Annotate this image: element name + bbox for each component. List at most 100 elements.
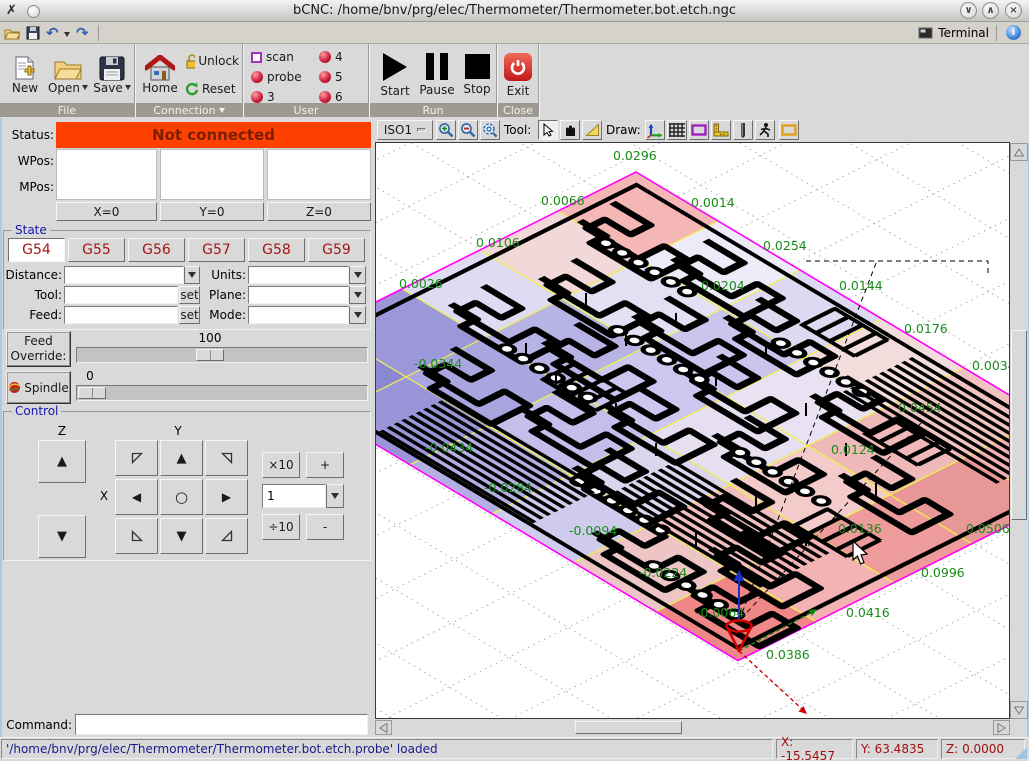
unlock-button[interactable]: Unlock bbox=[184, 49, 240, 73]
units-dropdown[interactable] bbox=[349, 266, 366, 284]
units-combobox[interactable] bbox=[248, 266, 349, 284]
tool-select-button[interactable] bbox=[538, 120, 558, 140]
jog-x-minus-button[interactable]: ◀ bbox=[115, 479, 158, 515]
draw-workarea-button[interactable] bbox=[779, 120, 799, 140]
scroll-right-arrow[interactable] bbox=[993, 720, 1010, 735]
mode-combobox[interactable] bbox=[248, 306, 349, 324]
tool-entry[interactable] bbox=[64, 286, 178, 304]
open-button[interactable]: Open bbox=[46, 47, 90, 103]
jog-xy-upleft-button[interactable] bbox=[115, 440, 158, 476]
distance-dropdown[interactable] bbox=[184, 266, 200, 284]
wcs-g59-button[interactable]: G59 bbox=[308, 238, 365, 262]
draw-grid-button[interactable] bbox=[667, 120, 687, 140]
step-minus-button[interactable]: - bbox=[306, 514, 344, 540]
jog-x-plus-button[interactable]: ▶ bbox=[205, 479, 248, 515]
tool-set-button[interactable]: set bbox=[179, 286, 200, 304]
jog-origin-button[interactable]: ○ bbox=[160, 479, 203, 515]
step-plus-button[interactable]: + bbox=[306, 452, 344, 478]
spindle-handle[interactable] bbox=[78, 387, 106, 399]
jog-z-down-button[interactable]: ▼ bbox=[38, 515, 86, 558]
start-button[interactable]: Start bbox=[376, 47, 414, 103]
wcs-g54-button[interactable]: G54 bbox=[8, 238, 65, 262]
wcs-g58-button[interactable]: G58 bbox=[248, 238, 305, 262]
wcs-g55-button[interactable]: G55 bbox=[68, 238, 125, 262]
jog-y-up-button[interactable]: ▲ bbox=[160, 440, 203, 476]
x-position-display[interactable] bbox=[56, 149, 157, 200]
step-dropdown[interactable] bbox=[326, 484, 344, 508]
mode-dropdown[interactable] bbox=[349, 306, 366, 324]
home-button[interactable]: Home bbox=[139, 47, 181, 103]
canvas-hscrollbar[interactable] bbox=[375, 720, 1010, 735]
redo-icon[interactable]: ↷ bbox=[76, 24, 89, 42]
save-icon[interactable] bbox=[25, 25, 41, 41]
jog-xy-downleft-button[interactable] bbox=[115, 518, 158, 554]
pause-button[interactable]: Pause bbox=[416, 47, 458, 103]
zoom-fit-button[interactable] bbox=[480, 120, 500, 140]
scroll-up-arrow[interactable] bbox=[1010, 143, 1028, 161]
canvas-vscrollbar[interactable] bbox=[1010, 143, 1028, 719]
feed-override-slider[interactable] bbox=[76, 347, 368, 363]
draw-probe-button[interactable] bbox=[733, 120, 753, 140]
spindle-button[interactable]: Spindle bbox=[6, 371, 71, 404]
new-button[interactable]: New bbox=[6, 47, 44, 103]
exit-button[interactable]: Exit bbox=[500, 47, 536, 103]
draw-axes-button[interactable] bbox=[645, 120, 665, 140]
zero-z-button[interactable]: Z=0 bbox=[267, 202, 371, 221]
user-probe-button[interactable]: probe bbox=[250, 68, 312, 86]
step-div10-button[interactable]: ÷10 bbox=[262, 514, 300, 540]
scroll-left-arrow[interactable] bbox=[375, 720, 392, 735]
shade-window-button[interactable]: ∨ bbox=[960, 2, 977, 19]
status-banner[interactable]: Not connected bbox=[56, 122, 371, 148]
zero-x-button[interactable]: X=0 bbox=[56, 202, 157, 221]
spindle-slider[interactable] bbox=[76, 385, 368, 401]
step-value-field[interactable]: 1 bbox=[262, 484, 326, 508]
user-4-button[interactable]: 4 bbox=[318, 48, 362, 66]
cnc-canvas[interactable]: 0.02960.00660.00140.01060.02540.00260.02… bbox=[375, 142, 1010, 719]
feed-entry[interactable] bbox=[64, 306, 178, 324]
close-window-button[interactable]: × bbox=[1005, 2, 1022, 19]
undo-dropdown-icon[interactable] bbox=[64, 32, 70, 37]
stop-button[interactable]: Stop bbox=[460, 47, 494, 103]
info-icon[interactable]: i bbox=[1006, 25, 1021, 40]
jog-z-up-button[interactable]: ▲ bbox=[38, 440, 86, 483]
jog-xy-downright-button[interactable] bbox=[205, 518, 248, 554]
user-scan-button[interactable]: scan bbox=[250, 48, 312, 66]
view-select[interactable]: ISO1 bbox=[377, 120, 433, 140]
draw-margin-button[interactable] bbox=[689, 120, 709, 140]
scroll-down-arrow[interactable] bbox=[1010, 701, 1028, 719]
undo-icon[interactable]: ↶ bbox=[46, 24, 59, 42]
draw-paths-button[interactable] bbox=[755, 120, 775, 140]
zoom-in-button[interactable] bbox=[436, 120, 456, 140]
save-button[interactable]: Save bbox=[92, 47, 132, 103]
plane-combobox[interactable] bbox=[248, 286, 349, 304]
jog-y-down-button[interactable]: ▼ bbox=[160, 518, 203, 554]
reset-button[interactable]: Reset bbox=[184, 77, 240, 101]
user-5-button[interactable]: 5 bbox=[318, 68, 362, 86]
z-position-display[interactable] bbox=[267, 149, 371, 200]
y-position-display[interactable] bbox=[160, 149, 264, 200]
terminal-button[interactable]: Terminal bbox=[917, 25, 989, 41]
command-input[interactable] bbox=[75, 714, 368, 735]
tool-ruler-button[interactable] bbox=[582, 120, 602, 140]
feed-override-button[interactable]: Feed Override: bbox=[6, 331, 71, 367]
draw-ruler-button[interactable] bbox=[711, 120, 731, 140]
open-icon[interactable] bbox=[4, 25, 20, 41]
resize-grip[interactable] bbox=[1015, 747, 1027, 759]
connection-group-label[interactable]: Connection bbox=[136, 103, 242, 117]
distance-combobox[interactable] bbox=[64, 266, 184, 284]
title-bar[interactable]: ✗ bCNC: /home/bnv/prg/elec/Thermometer/T… bbox=[0, 0, 1029, 22]
zoom-out-icon bbox=[460, 122, 476, 138]
feed-override-handle[interactable] bbox=[196, 349, 224, 361]
wcs-g56-button[interactable]: G56 bbox=[128, 238, 185, 262]
zoom-out-button[interactable] bbox=[458, 120, 478, 140]
vscroll-thumb[interactable] bbox=[1011, 330, 1027, 520]
wcs-g57-button[interactable]: G57 bbox=[188, 238, 245, 262]
tool-pan-button[interactable] bbox=[560, 120, 580, 140]
feed-set-button[interactable]: set bbox=[179, 306, 200, 324]
step-mul10-button[interactable]: ×10 bbox=[262, 452, 300, 478]
maximize-window-button[interactable]: ∧ bbox=[982, 2, 999, 19]
jog-xy-upright-button[interactable] bbox=[205, 440, 248, 476]
zero-y-button[interactable]: Y=0 bbox=[160, 202, 264, 221]
plane-dropdown[interactable] bbox=[349, 286, 366, 304]
hscroll-thumb[interactable] bbox=[575, 721, 682, 734]
